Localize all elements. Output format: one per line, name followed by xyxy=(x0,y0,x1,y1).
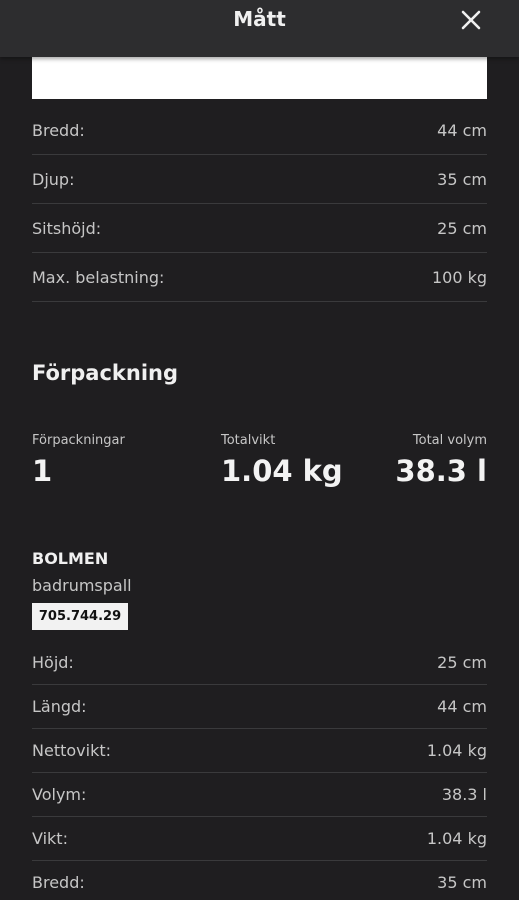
stat-label-total-weight: Totalvikt xyxy=(221,433,276,448)
detail-value: 1.04 kg xyxy=(426,741,487,760)
close-button[interactable] xyxy=(458,7,484,33)
packaging-title: Förpackning xyxy=(32,361,179,385)
product-description: badrumspall xyxy=(32,576,132,595)
product-name: BOLMEN xyxy=(32,549,109,568)
stat-label-packages: Förpackningar xyxy=(32,433,125,448)
detail-label: Volym: xyxy=(32,785,87,804)
detail-value: 38.3 l xyxy=(441,785,487,804)
detail-row-weight: Vikt: 1.04 kg xyxy=(32,829,487,861)
dimension-value: 35 cm xyxy=(437,170,487,189)
stat-value-total-weight: 1.04 kg xyxy=(221,454,343,488)
modal-title: Mått xyxy=(233,7,286,31)
detail-value: 35 cm xyxy=(437,873,487,892)
dimension-row-width: Bredd: 44 cm xyxy=(32,121,487,155)
dimension-value: 100 kg xyxy=(431,268,487,287)
detail-row-length: Längd: 44 cm xyxy=(32,697,487,729)
article-number-badge: 705.744.29 xyxy=(32,603,128,630)
dimension-row-seat-height: Sitshöjd: 25 cm xyxy=(32,219,487,253)
dimension-row-depth: Djup: 35 cm xyxy=(32,170,487,204)
modal-header: Mått xyxy=(0,0,519,57)
detail-value: 44 cm xyxy=(437,697,487,716)
detail-row-height: Höjd: 25 cm xyxy=(32,653,487,685)
dimension-row-max-load: Max. belastning: 100 kg xyxy=(32,268,487,302)
detail-value: 25 cm xyxy=(437,653,487,672)
detail-label: Nettovikt: xyxy=(32,741,111,760)
detail-value: 1.04 kg xyxy=(426,829,487,848)
dimension-label: Sitshöjd: xyxy=(32,219,102,238)
detail-row-width: Bredd: 35 cm xyxy=(32,873,487,899)
detail-label: Bredd: xyxy=(32,873,85,892)
stat-label-total-volume: Total volym xyxy=(412,433,487,448)
dimension-label: Max. belastning: xyxy=(32,268,165,287)
product-image-area xyxy=(32,57,487,99)
detail-label: Höjd: xyxy=(32,653,74,672)
detail-label: Vikt: xyxy=(32,829,68,848)
detail-row-net-weight: Nettovikt: 1.04 kg xyxy=(32,741,487,773)
stat-value-total-volume: 38.3 l xyxy=(395,454,487,488)
stat-value-packages: 1 xyxy=(32,454,53,488)
dimension-value: 25 cm xyxy=(437,219,487,238)
close-icon xyxy=(461,10,481,30)
dimension-label: Djup: xyxy=(32,170,75,189)
dimension-label: Bredd: xyxy=(32,121,85,140)
detail-label: Längd: xyxy=(32,697,87,716)
detail-row-volume: Volym: 38.3 l xyxy=(32,785,487,817)
dimension-value: 44 cm xyxy=(437,121,487,140)
